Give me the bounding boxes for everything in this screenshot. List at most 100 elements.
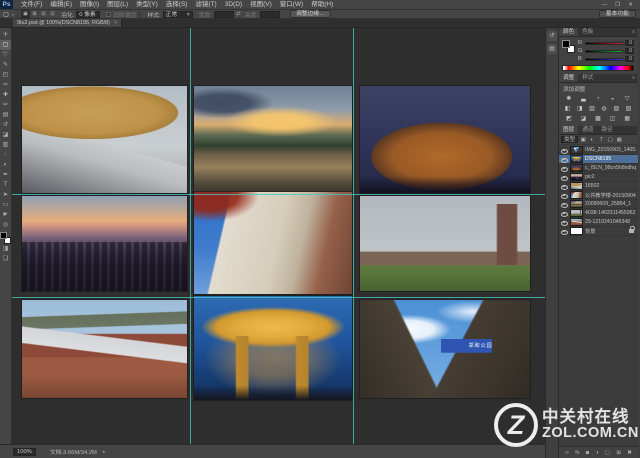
layer-thumbnail[interactable]: [570, 209, 583, 217]
hand-tool[interactable]: ☛: [0, 210, 11, 220]
marquee-tool-icon[interactable]: ▢: [0, 11, 12, 18]
color-lookup-icon[interactable]: ▨: [623, 105, 634, 113]
zoom-tool[interactable]: ◎: [0, 220, 11, 230]
tab-color[interactable]: 颜色: [559, 28, 578, 36]
blue-slider[interactable]: [585, 58, 623, 61]
blue-value[interactable]: 0: [625, 56, 634, 62]
document-canvas[interactable]: 郑和公园: [12, 28, 545, 444]
healing-brush-tool[interactable]: ✚: [0, 90, 11, 100]
properties-panel-icon[interactable]: ▤: [547, 44, 557, 54]
history-panel-icon[interactable]: ↺: [547, 31, 557, 41]
eraser-tool[interactable]: ◪: [0, 130, 11, 140]
panel-menu-icon[interactable]: ≡: [632, 28, 637, 36]
red-value[interactable]: 0: [625, 40, 634, 46]
posterize-icon[interactable]: ◪: [577, 115, 591, 123]
new-selection-icon[interactable]: ▣: [21, 10, 30, 18]
dodge-tool[interactable]: ◐: [0, 160, 11, 170]
swap-dimensions-icon[interactable]: ⇄: [236, 11, 241, 17]
antialias-checkbox[interactable]: [106, 12, 111, 17]
tab-close-icon[interactable]: ×: [114, 20, 117, 26]
visibility-eye-icon[interactable]: [561, 165, 568, 172]
layer-row[interactable]: 4038-14033114559621: [559, 209, 638, 218]
quick-selection-tool[interactable]: ✎: [0, 60, 11, 70]
menu-image[interactable]: 图像(I): [76, 0, 103, 10]
tab-paths[interactable]: 路径: [597, 126, 616, 134]
vibrance-icon[interactable]: ▽: [620, 95, 634, 103]
add-selection-icon[interactable]: ⊞: [30, 10, 39, 18]
lasso-tool[interactable]: ➰: [0, 50, 11, 60]
visibility-eye-icon[interactable]: [561, 147, 568, 154]
menu-type[interactable]: 类型(Y): [132, 0, 162, 10]
layer-row[interactable]: 16502: [559, 182, 638, 191]
red-slider[interactable]: [585, 42, 623, 45]
filter-smart-objects-icon[interactable]: ▦: [615, 137, 623, 143]
menu-3d[interactable]: 3D(D): [221, 0, 246, 10]
filter-adjustment-layers-icon[interactable]: ◐: [588, 137, 596, 143]
layer-thumbnail[interactable]: [570, 182, 583, 190]
close-icon[interactable]: ✕: [624, 0, 637, 10]
filter-pixel-layers-icon[interactable]: ▣: [579, 137, 587, 143]
menu-filter[interactable]: 滤镜(T): [191, 0, 220, 10]
filter-shape-layers-icon[interactable]: ▢: [606, 137, 614, 143]
layer-thumbnail[interactable]: [570, 164, 583, 172]
crop-tool[interactable]: ◰: [0, 70, 11, 80]
color-swatch-pair[interactable]: [562, 40, 575, 53]
layer-row[interactable]: 20090609_25864_1: [559, 200, 638, 209]
panel-menu-icon[interactable]: ≡: [632, 74, 637, 82]
rectangular-marquee-tool[interactable]: ▢: [0, 40, 11, 50]
color-balance-icon[interactable]: ◨: [574, 105, 585, 113]
refine-edge-button[interactable]: 调整边缘…: [290, 10, 331, 18]
visibility-eye-icon[interactable]: [561, 192, 568, 199]
menu-help[interactable]: 帮助(H): [307, 0, 337, 10]
layer-row[interactable]: pic2: [559, 173, 638, 182]
green-value[interactable]: 0: [625, 48, 634, 54]
gradient-tool[interactable]: ▥: [0, 140, 11, 150]
brush-tool[interactable]: ✏: [0, 100, 11, 110]
quick-mask-button[interactable]: ◨: [0, 244, 11, 254]
filter-type-layers-icon[interactable]: T: [597, 137, 605, 143]
hue-saturation-icon[interactable]: ◧: [562, 105, 573, 113]
width-input[interactable]: [214, 11, 234, 18]
gradient-map-icon[interactable]: ◫: [606, 115, 620, 123]
layer-filter-kind-dropdown[interactable]: 类型: [561, 136, 578, 143]
document-tab[interactable]: 9tu2.psd @ 100%(DSCN8195, RGB/8) ×: [13, 19, 122, 27]
layer-thumbnail[interactable]: [570, 227, 583, 235]
selective-color-icon[interactable]: ▦: [620, 115, 634, 123]
channel-mixer-icon[interactable]: ▧: [611, 105, 622, 113]
shape-tool[interactable]: ▭: [0, 200, 11, 210]
tab-swatches[interactable]: 色板: [578, 28, 597, 36]
eyedropper-tool[interactable]: ✑: [0, 80, 11, 90]
clone-stamp-tool[interactable]: ▤: [0, 110, 11, 120]
foreground-swatch[interactable]: [562, 40, 570, 48]
levels-icon[interactable]: ▃: [577, 95, 591, 103]
menu-select[interactable]: 选择(S): [162, 0, 192, 10]
status-expander-icon[interactable]: ▸: [103, 449, 106, 455]
pen-tool[interactable]: ✒: [0, 170, 11, 180]
restore-icon[interactable]: ❐: [611, 0, 624, 10]
brightness-contrast-icon[interactable]: ✺: [562, 95, 576, 103]
tab-styles[interactable]: 样式: [578, 74, 597, 82]
menu-view[interactable]: 视图(V): [246, 0, 276, 10]
visibility-eye-icon[interactable]: [561, 174, 568, 181]
minimize-icon[interactable]: —: [598, 0, 611, 10]
photo-filter-icon[interactable]: ◍: [599, 105, 610, 113]
path-selection-tool[interactable]: ➤: [0, 190, 11, 200]
feather-input[interactable]: 0 像素: [76, 11, 100, 18]
exposure-icon[interactable]: ◒: [606, 95, 620, 103]
layer-thumbnail[interactable]: [570, 146, 583, 154]
menu-layer[interactable]: 图层(L): [103, 0, 132, 10]
layer-thumbnail[interactable]: [570, 200, 583, 208]
curves-icon[interactable]: ◔: [591, 95, 605, 103]
type-tool[interactable]: T: [0, 180, 11, 190]
background-layer-row[interactable]: 背景: [559, 227, 638, 236]
zoom-level-field[interactable]: 100%: [13, 448, 36, 456]
style-dropdown[interactable]: 正常 ▾: [163, 11, 193, 18]
screen-mode-button[interactable]: ❏: [0, 254, 11, 264]
foreground-color-swatch[interactable]: [0, 232, 7, 239]
tool-preset-arrow-icon[interactable]: ▾: [12, 12, 14, 17]
invert-icon[interactable]: ◩: [562, 115, 576, 123]
move-tool[interactable]: ✛: [0, 30, 11, 40]
visibility-eye-icon[interactable]: [561, 228, 568, 235]
layer-thumbnail[interactable]: [570, 173, 583, 181]
layer-thumbnail[interactable]: [570, 218, 583, 226]
